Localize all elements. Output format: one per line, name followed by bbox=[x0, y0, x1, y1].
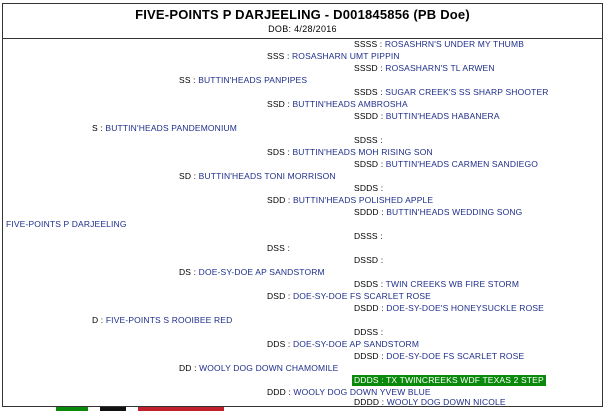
pedigree-entry-dsss[interactable]: DSSS : bbox=[354, 231, 383, 242]
pedigree-entry-sddd[interactable]: SDDD : BUTTIN'HEADS WEDDING SONG bbox=[354, 207, 522, 218]
page-title: FIVE-POINTS P DARJEELING - D001845856 (P… bbox=[135, 7, 470, 22]
pedigree-entry-d[interactable]: D : FIVE-POINTS S ROOIBEE RED bbox=[92, 315, 232, 326]
pedigree-entry-ddds-selected[interactable]: DDDS : TX TWINCREEKS WDF TEXAS 2 STEP bbox=[352, 375, 546, 386]
pedigree-entry-dddd[interactable]: DDDD : WOOLY DOG DOWN NICOLE bbox=[354, 397, 506, 406]
pedigree-entry-sdsd[interactable]: SDSD : BUTTIN'HEADS CARMEN SANDIEGO bbox=[354, 159, 538, 170]
pedigree-header: FIVE-POINTS P DARJEELING - D001845856 (P… bbox=[3, 4, 602, 39]
pedigree-entry-ds[interactable]: DS : DOE-SY-DOE AP SANDSTORM bbox=[179, 267, 325, 278]
pedigree-entry-ddss[interactable]: DDSS : bbox=[354, 327, 383, 338]
subject-name: FIVE-POINTS P DARJEELING bbox=[6, 219, 127, 229]
pedigree-entry-sdss[interactable]: SDSS : bbox=[354, 135, 383, 146]
pedigree-entry-dd[interactable]: DD : WOOLY DOG DOWN CHAMOMILE bbox=[179, 363, 338, 374]
pedigree-entry-ssds[interactable]: SSDS : SUGAR CREEK'S SS SHARP SHOOTER bbox=[354, 87, 549, 98]
pedigree-entry-dds[interactable]: DDS : DOE-SY-DOE AP SANDSTORM bbox=[267, 339, 419, 350]
pedigree-entry-ssss[interactable]: SSSS : ROSASHRN'S UNDER MY THUMB bbox=[354, 39, 524, 50]
pedigree-entry-dsdd[interactable]: DSDD : DOE-SY-DOE'S HONEYSUCKLE ROSE bbox=[354, 303, 544, 314]
pedigree-entry-sdds[interactable]: SDDS : bbox=[354, 183, 383, 194]
pedigree-entry-ssd[interactable]: SSD : BUTTIN'HEADS AMBROSHA bbox=[267, 99, 408, 110]
pedigree-entry-dss[interactable]: DSS : bbox=[267, 243, 290, 254]
pedigree-entry-sdd[interactable]: SDD : BUTTIN'HEADS POLISHED APPLE bbox=[267, 195, 433, 206]
pedigree-subject[interactable]: FIVE-POINTS P DARJEELING bbox=[6, 219, 127, 230]
pedigree-entry-sss[interactable]: SSS : ROSASHARN UMT PIPPIN bbox=[267, 51, 400, 62]
date-of-birth: DOB: 4/28/2016 bbox=[268, 24, 337, 34]
pedigree-entry-dssd[interactable]: DSSD : bbox=[354, 255, 383, 266]
pedigree-entry-sd[interactable]: SD : BUTTIN'HEADS TONI MORRISON bbox=[179, 171, 336, 182]
footer-strip-green bbox=[56, 407, 88, 411]
pedigree-entry-ss[interactable]: SS : BUTTIN'HEADS PANPIPES bbox=[179, 75, 307, 86]
pedigree-frame: FIVE-POINTS P DARJEELING - D001845856 (P… bbox=[2, 3, 603, 407]
pedigree-entry-sds[interactable]: SDS : BUTTIN'HEADS MOH RISING SON bbox=[267, 147, 433, 158]
pedigree-entry-ddsd[interactable]: DDSD : DOE-SY-DOE FS SCARLET ROSE bbox=[354, 351, 524, 362]
pedigree-entry-dsd[interactable]: DSD : DOE-SY-DOE FS SCARLET ROSE bbox=[267, 291, 431, 302]
pedigree-entry-s[interactable]: S : BUTTIN'HEADS PANDEMONIUM bbox=[92, 123, 237, 134]
pedigree-entry-sssd[interactable]: SSSD : ROSASHARN'S TL ARWEN bbox=[354, 63, 495, 74]
pedigree-entry-dsds[interactable]: DSDS : TWIN CREEKS WB FIRE STORM bbox=[354, 279, 519, 290]
footer-strip-red bbox=[138, 407, 224, 411]
pedigree-entry-ssdd[interactable]: SSDD : BUTTIN'HEADS HABANERA bbox=[354, 111, 500, 122]
footer-strip-black bbox=[100, 407, 126, 411]
